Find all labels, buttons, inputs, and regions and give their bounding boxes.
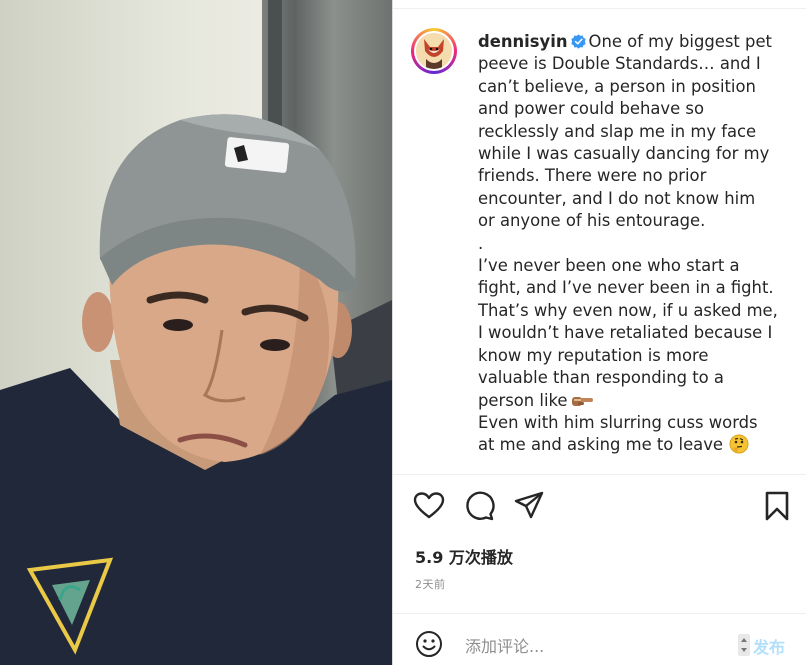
caption-line: One of my biggest pet [588, 32, 772, 51]
bookmark-icon [765, 491, 789, 521]
avatar[interactable] [411, 28, 457, 74]
heart-icon [413, 492, 445, 519]
comment-icon [466, 491, 495, 521]
caption-line: know my reputation is more [478, 345, 709, 365]
post-timestamp[interactable]: 2天前 [415, 576, 446, 592]
caption-line: recklessly and slap me in my face [478, 121, 757, 141]
comment-divider [393, 613, 806, 614]
post-panel: dennisyin One of my biggest pet peeve is … [392, 0, 806, 665]
caption-line: . [478, 233, 484, 253]
comment-bar: 发布 [393, 624, 806, 665]
caption-line: at me and asking me to leave [478, 435, 724, 455]
username-link[interactable]: dennisyin [478, 32, 568, 51]
smiley-icon [416, 631, 442, 657]
comment-input[interactable] [463, 632, 737, 660]
verified-badge-icon [570, 33, 586, 49]
action-bar [393, 490, 806, 526]
video-person-illustration [0, 114, 392, 665]
caption-line: person like [478, 390, 568, 410]
caption-line: encounter, and I do not know him [478, 188, 756, 208]
avatar-ring-gap [414, 31, 454, 71]
video-frame[interactable] [0, 0, 392, 665]
avatar-image [416, 33, 452, 69]
caption-line: can’t believe, a person in position [478, 76, 756, 96]
like-button[interactable] [413, 490, 445, 522]
caption-line: and power could behave so [478, 99, 704, 119]
caption-line: I wouldn’t have retaliated because I [478, 323, 773, 343]
textarea-scroll-spinner[interactable] [738, 634, 750, 656]
avatar-fox-icon [416, 33, 452, 69]
caption-line: I’ve never been one who start a [478, 256, 740, 276]
pointing-hand-emoji-icon [571, 392, 594, 406]
thinking-face-emoji-icon [729, 434, 749, 454]
caption-divider [393, 474, 806, 475]
paper-plane-icon [514, 491, 544, 519]
post-comment-button[interactable]: 发布 [753, 634, 785, 658]
save-button[interactable] [761, 490, 793, 522]
caption-line: or anyone of his entourage. [478, 211, 706, 231]
caption-line: fight, and I’ve never been in a fight. [478, 278, 774, 298]
caption-line: peeve is Double Standards… and I [478, 54, 761, 74]
header-divider [393, 8, 806, 9]
caption-line: valuable than responding to a [478, 368, 724, 388]
caption-line: That’s why even now, if u asked me, [478, 300, 778, 320]
share-button[interactable] [513, 490, 545, 522]
caption-line: Even with him slurring cuss words [478, 412, 758, 432]
caption-line: while I was casually dancing for my [478, 144, 770, 164]
caption-line: friends. There were no prior [478, 166, 707, 186]
comment-button[interactable] [463, 490, 495, 522]
post-caption: dennisyin One of my biggest pet peeve is … [478, 31, 778, 457]
emoji-picker-button[interactable] [415, 630, 443, 658]
view-count[interactable]: 5.9 万次播放 [415, 544, 513, 568]
